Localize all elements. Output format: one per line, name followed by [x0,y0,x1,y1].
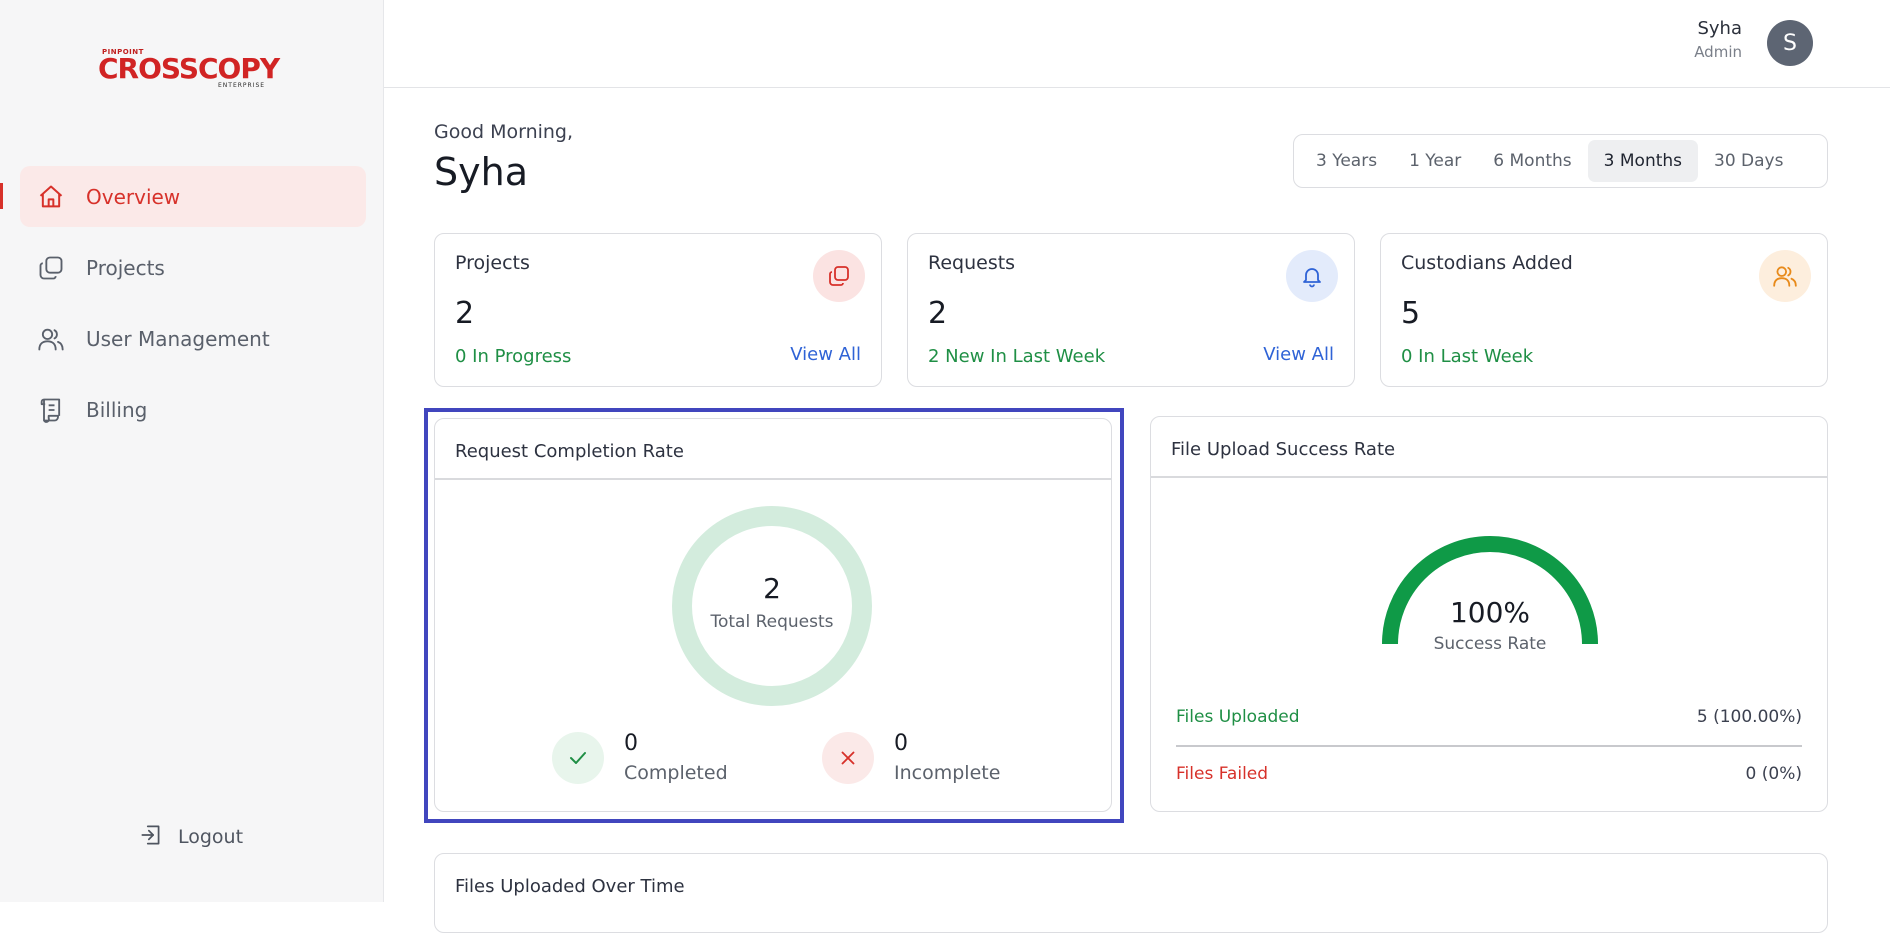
files-uploaded-label: Files Uploaded [1176,707,1300,727]
user-info[interactable]: Syha Admin [1694,18,1742,61]
check-icon [552,732,604,784]
logout-icon [138,822,164,852]
files-failed-value: 0 (0%) [1745,764,1802,784]
card-title: Requests [928,252,1016,274]
range-3-months[interactable]: 3 Months [1587,140,1699,182]
gauge-track [1382,536,1598,645]
close-icon [822,732,874,784]
card-subtext: 2 New In Last Week [928,346,1106,367]
view-all-projects-link[interactable]: View All [790,344,861,365]
total-requests-value: 2 [763,572,781,605]
card-value: 5 [1401,296,1421,331]
card-subtext: 0 In Last Week [1401,346,1534,367]
row-divider [1176,745,1802,747]
logout-button[interactable]: Logout [138,822,243,852]
sidebar-item-projects[interactable]: Projects [20,237,366,298]
card-title: Projects [455,252,530,274]
files-uploaded-value: 5 (100.00%) [1696,707,1802,727]
time-range-selector: 3 Years 1 Year 6 Months 3 Months 30 Days [1293,134,1828,188]
incomplete-value: 0 [894,731,908,756]
sidebar-item-user-management[interactable]: User Management [20,308,366,369]
user-role: Admin [1694,43,1742,61]
bell-icon [1286,250,1338,302]
sidebar-item-billing[interactable]: Billing [20,379,366,440]
card-value: 2 [928,296,948,331]
success-rate-label: Success Rate [1433,634,1547,654]
panel-divider [1151,476,1827,478]
receipt-icon [36,395,66,425]
copy-icon [813,250,865,302]
card-title: Custodians Added [1401,252,1573,274]
range-3-years[interactable]: 3 Years [1300,140,1393,182]
success-rate-value: 100% [1449,596,1531,629]
greeting-text: Good Morning, [434,121,574,143]
range-30-days[interactable]: 30 Days [1698,140,1799,182]
completed-value: 0 [624,731,638,756]
files-over-time-panel: Files Uploaded Over Time [434,853,1828,933]
avatar[interactable]: S [1767,20,1813,66]
copy-icon [36,253,66,283]
total-requests-label: Total Requests [710,612,834,632]
sidebar: PINPOINT CROSSCOPY ENTERPRISE Overview P… [0,0,384,902]
files-failed-label: Files Failed [1176,764,1269,784]
page-title: Syha [434,150,528,194]
users-icon [36,324,66,354]
logout-label: Logout [178,826,244,848]
custodians-stat-card: Custodians Added 5 0 In Last Week [1380,233,1828,387]
users-icon [1759,250,1811,302]
panel-title: Files Uploaded Over Time [455,876,685,897]
completed-label: Completed [624,762,728,784]
incomplete-label: Incomplete [894,762,1001,784]
user-name: Syha [1697,18,1742,39]
range-6-months[interactable]: 6 Months [1477,140,1587,182]
sidebar-item-label: User Management [86,326,270,351]
sidebar-item-label: Billing [86,397,148,422]
requests-stat-card: Requests 2 2 New In Last Week View All [907,233,1355,387]
sidebar-item-overview[interactable]: Overview [20,166,366,227]
sidebar-item-label: Overview [86,184,181,209]
home-icon [36,182,66,212]
crosscopy-logo[interactable]: PINPOINT CROSSCOPY ENTERPRISE [96,44,286,92]
gauge-fill [1382,536,1598,645]
logo-sub-text: ENTERPRISE [218,82,266,89]
card-value: 2 [455,296,475,331]
active-indicator [0,183,3,209]
success-gauge [1382,536,1598,645]
sidebar-nav: Overview Projects User Management Billin… [20,166,366,450]
projects-stat-card: Projects 2 0 In Progress View All [434,233,882,387]
sidebar-item-label: Projects [86,255,165,280]
logo-main-text: CROSSCOPY [98,52,280,85]
card-subtext: 0 In Progress [455,346,572,367]
view-all-requests-link[interactable]: View All [1263,344,1334,365]
completion-donut [672,506,872,706]
range-1-year[interactable]: 1 Year [1393,140,1477,182]
panel-title: File Upload Success Rate [1171,439,1396,460]
top-header: Syha Admin S [384,0,1890,88]
